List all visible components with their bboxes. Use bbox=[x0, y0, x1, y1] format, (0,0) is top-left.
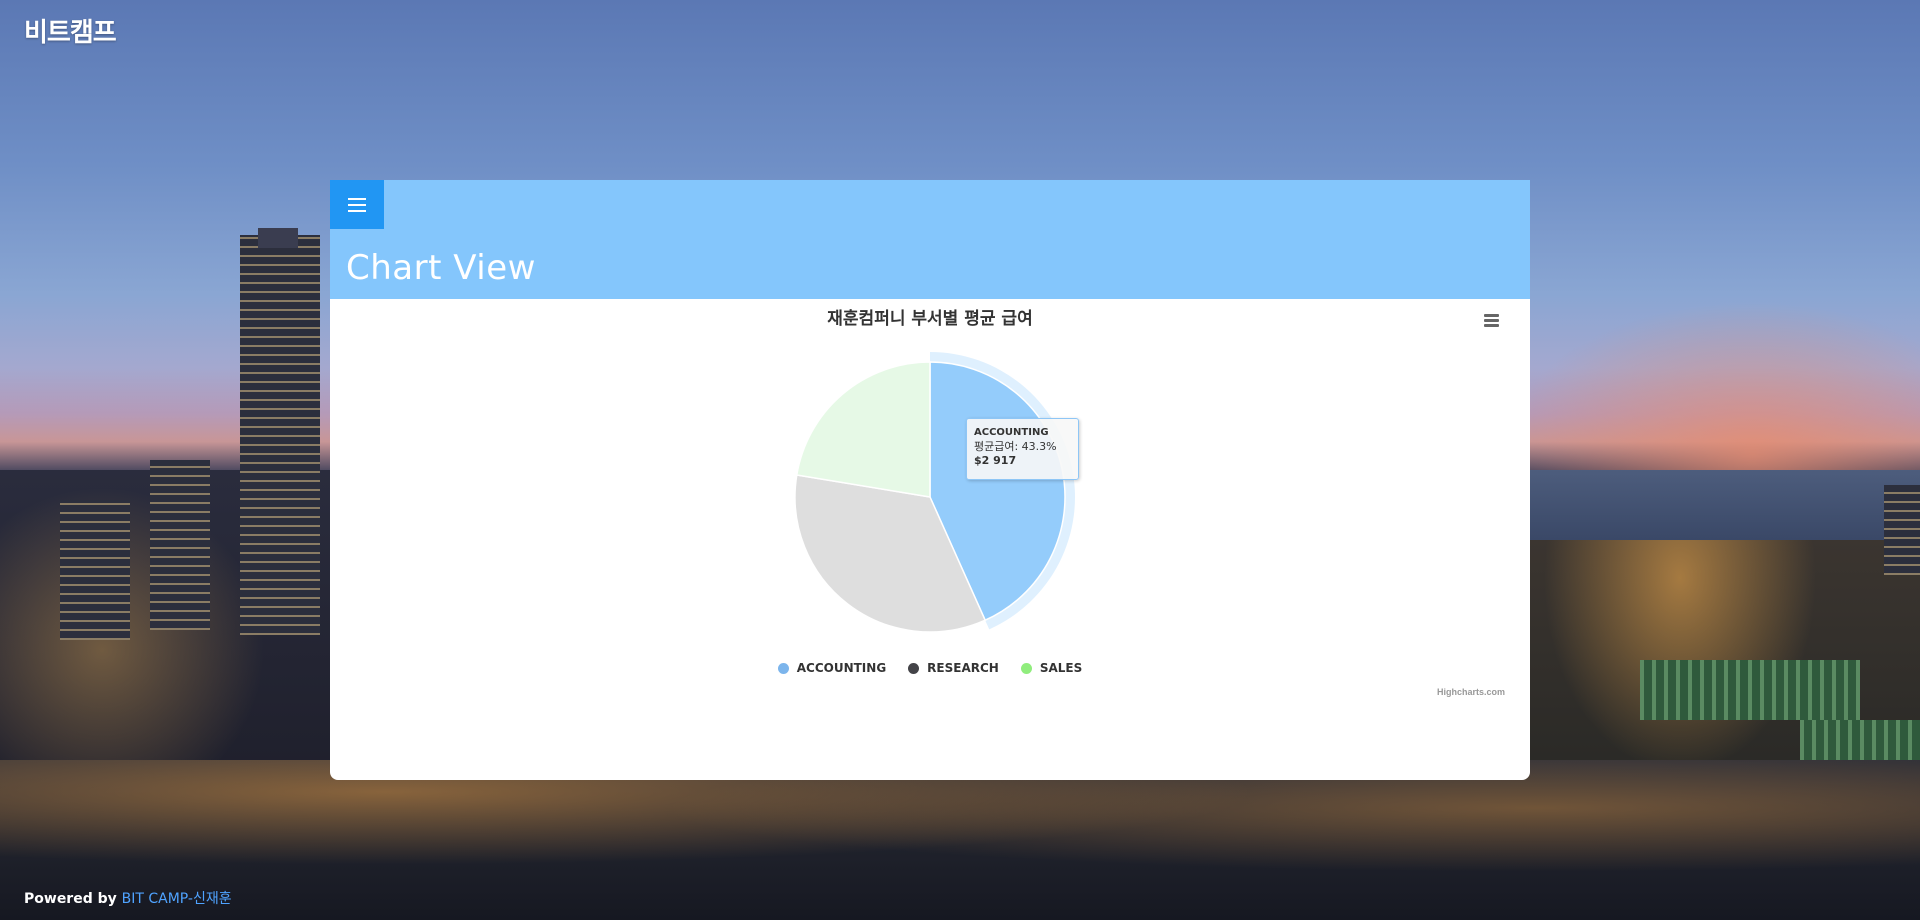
pie-chart bbox=[794, 352, 1075, 633]
legend-marker bbox=[908, 662, 920, 674]
legend-label: RESEARCH bbox=[927, 661, 999, 675]
credits-link[interactable]: Highcharts.com bbox=[1437, 687, 1505, 697]
hamburger-icon bbox=[348, 197, 366, 212]
footer: Powered by BIT CAMP-신재훈 bbox=[24, 888, 232, 908]
legend-item-sales[interactable]: SALES bbox=[1020, 661, 1083, 675]
menu-button[interactable] bbox=[330, 180, 384, 229]
legend-marker bbox=[777, 662, 789, 674]
legend-item-accounting[interactable]: ACCOUNTING bbox=[777, 661, 887, 675]
chart-legend: ACCOUNTING RESEARCH SALES bbox=[330, 661, 1530, 675]
card-header: Chart View bbox=[330, 180, 1530, 299]
brand-title[interactable]: 비트캠프 bbox=[24, 12, 117, 49]
footer-link[interactable]: BIT CAMP-신재훈 bbox=[122, 891, 232, 907]
chart-container: 재훈컴퍼니 부서별 평균 급여 ACCOUNTING 평균급여: 43.3% $… bbox=[330, 299, 1530, 780]
chart-tooltip: ACCOUNTING 평균급여: 43.3% $2 917 bbox=[966, 418, 1079, 480]
legend-marker bbox=[1020, 662, 1032, 674]
tooltip-value: $2 917 bbox=[974, 454, 1017, 467]
legend-item-research[interactable]: RESEARCH bbox=[908, 661, 999, 675]
powered-by-label: Powered by bbox=[24, 891, 122, 907]
page-title: Chart View bbox=[346, 248, 536, 288]
pie-slice-sales[interactable] bbox=[795, 361, 931, 498]
legend-label: SALES bbox=[1039, 661, 1083, 675]
chart-card: Chart View 재훈컴퍼니 부서별 평균 급여 ACCOUNTING 평균… bbox=[330, 180, 1530, 780]
legend-label: ACCOUNTING bbox=[796, 661, 887, 675]
tooltip-label: 평균급여: 43.3% bbox=[974, 440, 1057, 453]
tooltip-series-name: ACCOUNTING bbox=[974, 427, 1049, 438]
